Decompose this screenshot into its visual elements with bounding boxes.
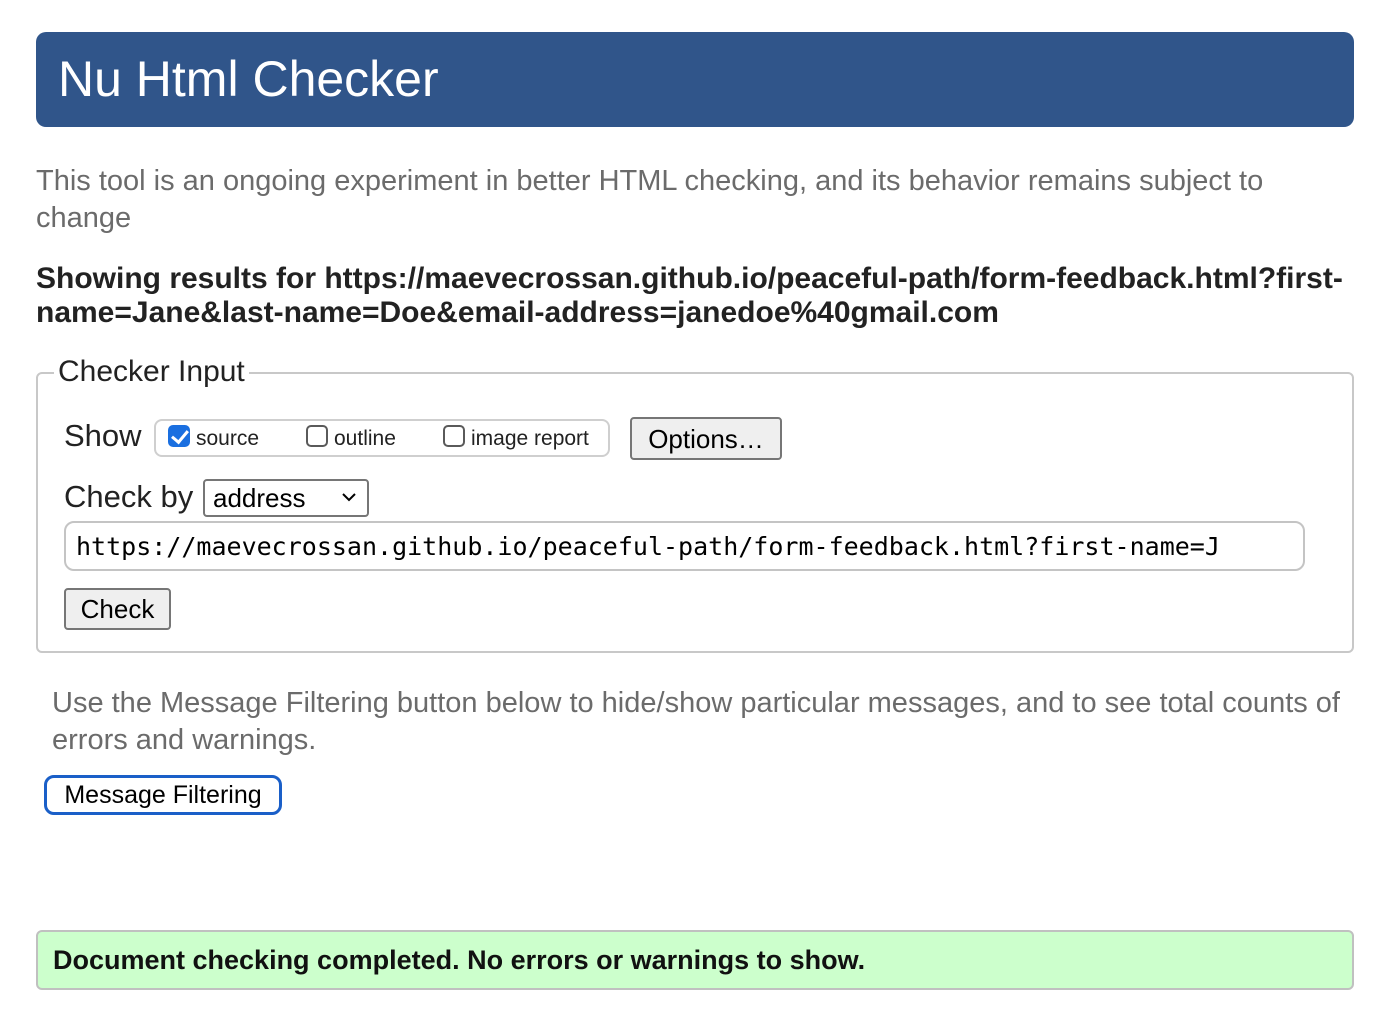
image-report-checkbox[interactable] — [443, 425, 465, 447]
checker-input-fieldset: Checker Input Show source outline image … — [36, 354, 1354, 653]
show-options-group: source outline image report — [154, 419, 610, 457]
url-input-value: https://maevecrossan.github.io/peaceful-… — [76, 532, 1220, 561]
outline-checkbox[interactable] — [306, 425, 328, 447]
show-image-report-option[interactable]: image report — [443, 422, 589, 456]
message-filtering-button[interactable]: Message Filtering — [44, 775, 282, 815]
check-by-value: address — [213, 483, 306, 513]
chevron-down-icon — [342, 493, 356, 502]
page-title: Nu Html Checker — [58, 51, 439, 107]
outline-label: outline — [334, 427, 396, 450]
show-source-option[interactable]: source — [168, 422, 259, 456]
options-button[interactable]: Options… — [630, 417, 782, 460]
check-by-select[interactable]: address — [203, 479, 369, 517]
page: Nu Html Checker This tool is an ongoing … — [0, 0, 1398, 1014]
checker-input-legend: Checker Input — [54, 354, 249, 390]
intro-text: This tool is an ongoing experiment in be… — [36, 165, 1264, 234]
check-button[interactable]: Check — [64, 588, 171, 630]
status-message: Document checking completed. No errors o… — [53, 945, 866, 975]
source-label: source — [196, 427, 260, 450]
show-label: Show — [64, 418, 142, 453]
show-outline-option[interactable]: outline — [306, 422, 396, 456]
filtering-note: Use the Message Filtering button below t… — [52, 687, 1340, 756]
status-message-box: Document checking completed. No errors o… — [36, 930, 1354, 990]
url-input[interactable]: https://maevecrossan.github.io/peaceful-… — [64, 521, 1305, 571]
source-checkbox[interactable] — [168, 425, 190, 447]
image-report-label: image report — [471, 427, 589, 450]
check-by-label: Check by — [64, 479, 194, 514]
results-heading: Showing results for https://maevecrossan… — [36, 262, 1343, 329]
page-header: Nu Html Checker — [36, 32, 1354, 127]
